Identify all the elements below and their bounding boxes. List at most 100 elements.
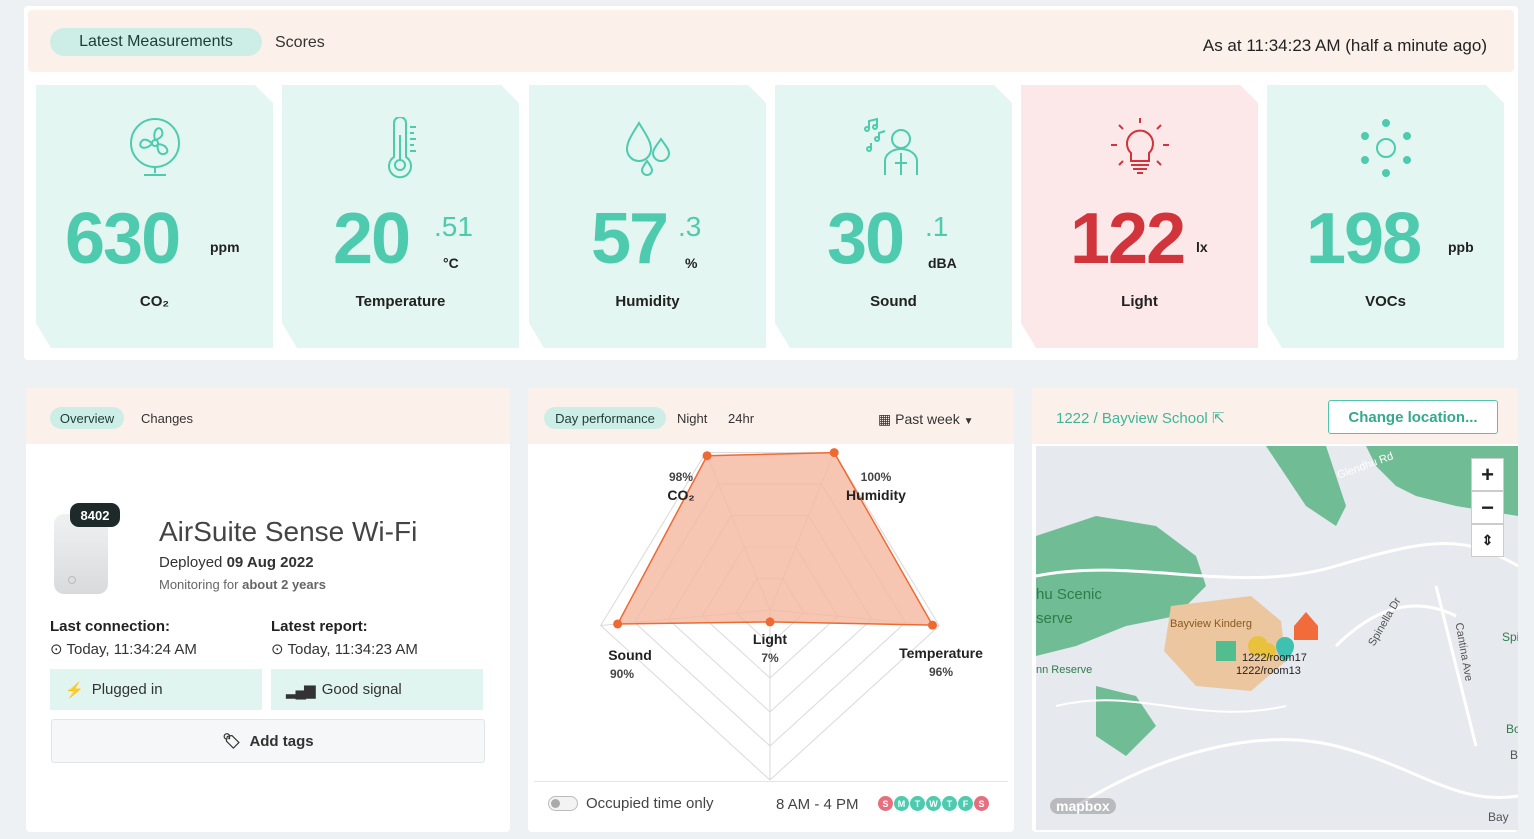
radar-value-label: 96% (929, 665, 953, 679)
map-label-reserve: serve (1036, 610, 1073, 627)
change-location-button[interactable]: Change location... (1328, 400, 1498, 434)
radar-point-3 (765, 617, 775, 627)
compass-button[interactable]: ⇕ (1471, 524, 1504, 557)
map-label-kinder: Bayview Kinderg (1170, 618, 1252, 630)
occupied-label: Occupied time only (586, 795, 714, 812)
latest-measurements-card: Latest Measurements Scores As at 11:34:2… (24, 6, 1518, 360)
measurements-header: Latest Measurements Scores As at 11:34:2… (28, 10, 1514, 72)
device-card: Overview Changes 8402 AirSuite Sense Wi-… (26, 388, 510, 832)
last-connection-value: ⊙ Today, 11:34:24 AM (50, 640, 197, 658)
monitoring-line: Monitoring for about 2 years (159, 577, 326, 592)
co2-label: CO₂ (139, 293, 170, 310)
radar-point-1 (829, 448, 839, 458)
radar-category-label: Temperature (899, 645, 983, 661)
serial-badge: 8402 (70, 503, 120, 527)
last-connection-label: Last connection: (50, 618, 171, 635)
lightbulb-icon (1111, 118, 1169, 174)
monitoring-label: Monitoring for (159, 577, 239, 592)
tab-24hr[interactable]: 24hr (728, 411, 754, 426)
light-label: Light (1121, 293, 1158, 310)
sound-value: 30 (827, 199, 905, 279)
humidity-label: Humidity (615, 293, 680, 310)
measurements-timestamp: As at 11:34:23 AM (half a minute ago) (1202, 36, 1487, 55)
device-card-header: Overview Changes (26, 388, 510, 444)
tab-latest-measurements[interactable]: Latest Measurements (50, 28, 262, 56)
map-label-room17: 1222/room17 (1242, 652, 1307, 664)
mapbox-logo: mapbox (1050, 798, 1116, 814)
tab-day-performance[interactable]: Day performance (544, 407, 666, 429)
radar-category-label: Light (753, 631, 788, 647)
singer-icon (864, 117, 918, 175)
sound-unit: dBA (928, 255, 957, 271)
location-link[interactable]: 1222 / Bayview School ⇱ (1056, 409, 1225, 427)
radar-value-label: 90% (610, 667, 634, 681)
co2-unit: ppm (210, 239, 240, 255)
location-card: 1222 / Bayview School ⇱ Change location.… (1032, 388, 1518, 832)
plug-icon: ⚡ (65, 681, 84, 699)
vocs-icon (1361, 119, 1411, 177)
deployed-date: 09 Aug 2022 (226, 554, 314, 571)
humidity-decimal: .3 (678, 211, 702, 242)
radar-value-label: 100% (861, 470, 892, 484)
tab-night[interactable]: Night (677, 411, 707, 426)
vocs-value: 198 (1306, 199, 1422, 279)
day-badge-sun: S (878, 796, 893, 811)
co2-tile[interactable]: 630 ppm CO₂ (36, 85, 273, 348)
period-dropdown[interactable]: ▦ Past week ▼ (878, 411, 974, 428)
map[interactable]: Glendhu Rd hu Scenic serve nn Reserve Ba… (1036, 446, 1518, 830)
radar-value-label: 7% (761, 651, 779, 665)
day-badge-mon: M (894, 796, 909, 811)
zoom-in-button[interactable]: + (1471, 458, 1504, 491)
caret-down-icon: ▼ (963, 416, 974, 427)
add-tags-label: Add tags (249, 732, 314, 750)
sound-tile[interactable]: 30 .1 dBA Sound (775, 85, 1012, 348)
location-card-header: 1222 / Bayview School ⇱ Change location.… (1032, 388, 1518, 444)
map-label-bay: Bay (1488, 810, 1509, 824)
radar-point-4 (613, 619, 623, 629)
calendar-icon: ▦ (878, 411, 892, 427)
latest-report-label: Latest report: (271, 618, 368, 635)
day-badge-wed: W (926, 796, 941, 811)
tab-changes[interactable]: Changes (141, 411, 193, 426)
map-base (1036, 446, 1518, 808)
map-label-reserve2: nn Reserve (1036, 664, 1093, 676)
divider (534, 781, 1008, 782)
sound-decimal: .1 (925, 211, 949, 242)
last-connection-text: Today, 11:34:24 AM (66, 641, 197, 658)
temperature-unit: °C (443, 255, 459, 271)
radar-point-2 (927, 620, 937, 630)
location-title: 1222 / Bayview School (1056, 410, 1208, 427)
day-badge-sat: S (974, 796, 989, 811)
device-name: AirSuite Sense Wi-Fi (159, 516, 418, 547)
occupied-toggle[interactable] (548, 796, 578, 811)
light-tile[interactable]: 122 lx Light (1021, 85, 1258, 348)
add-tags-button[interactable]: 🏷 Add tags (51, 719, 485, 763)
light-unit: lx (1196, 239, 1208, 255)
temperature-tile[interactable]: 20 .51 °C Temperature (282, 85, 519, 348)
humidity-tile[interactable]: 57 .3 % Humidity (529, 85, 766, 348)
radar-value-label: 98% (669, 470, 693, 484)
droplets-icon (625, 121, 671, 176)
temperature-decimal: .51 (434, 211, 473, 242)
period-label: Past week (895, 411, 960, 427)
external-link-icon: ⇱ (1211, 410, 1225, 427)
co2-value: 630 (65, 199, 181, 279)
zoom-out-button[interactable]: − (1471, 491, 1504, 524)
day-badge-thu: T (942, 796, 957, 811)
tab-scores[interactable]: Scores (275, 34, 325, 52)
radar-category-label: Humidity (846, 487, 906, 503)
performance-card: Day performance Night 24hr ▦ Past week ▼… (528, 388, 1014, 832)
light-value: 122 (1070, 199, 1186, 279)
deployed-label: Deployed (159, 554, 223, 571)
vocs-tile[interactable]: 198 ppb VOCs (1267, 85, 1504, 348)
signal-status: ▂▄▆ Good signal (271, 669, 483, 710)
monitoring-duration: about 2 years (242, 577, 326, 592)
tag-icon: 🏷 (222, 733, 242, 750)
thermometer-icon (388, 117, 416, 179)
fan-icon (130, 118, 180, 176)
map-label-spi: Spi (1502, 630, 1518, 644)
signal-bars-icon: ▂▄▆ (286, 681, 316, 699)
power-status: ⚡ Plugged in (50, 669, 262, 710)
check-circle-icon: ⊙ (271, 641, 284, 658)
tab-overview[interactable]: Overview (50, 407, 124, 429)
